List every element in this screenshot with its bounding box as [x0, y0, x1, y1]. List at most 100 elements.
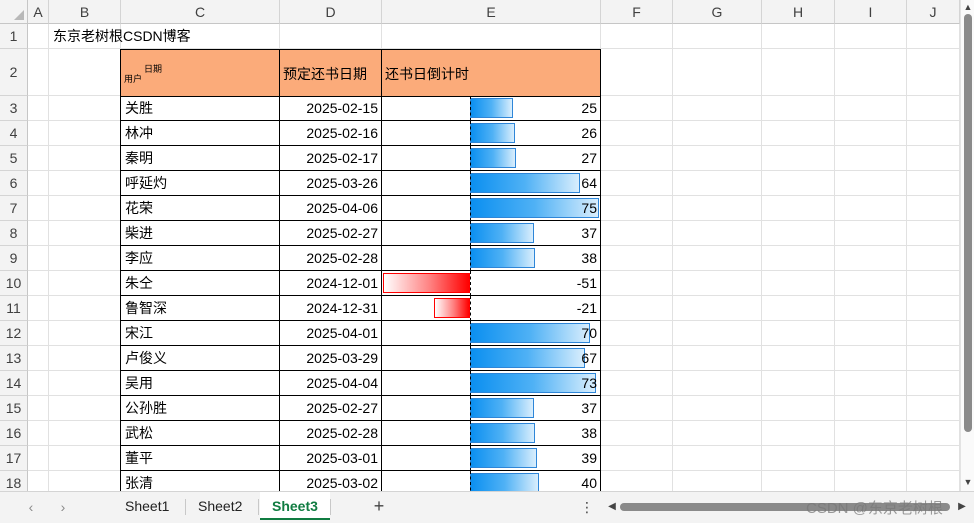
- row-header[interactable]: 9: [0, 246, 28, 271]
- column-header[interactable]: A: [28, 0, 49, 24]
- plus-icon[interactable]: +: [370, 495, 388, 517]
- user-name-cell[interactable]: 李应: [121, 246, 280, 271]
- due-date-cell[interactable]: 2025-02-17: [280, 146, 382, 171]
- due-date-cell[interactable]: 2025-02-28: [280, 421, 382, 446]
- header-cell-countdown[interactable]: 还书日倒计时: [381, 49, 601, 97]
- header-cell-due-date[interactable]: 预定还书日期: [279, 49, 382, 97]
- countdown-value-cell[interactable]: 70: [382, 321, 601, 346]
- column-header[interactable]: G: [673, 0, 762, 24]
- row-header[interactable]: 3: [0, 96, 28, 121]
- select-all-corner[interactable]: [0, 0, 28, 24]
- scroll-right-arrow-icon[interactable]: ▶: [956, 498, 968, 516]
- countdown-value-cell[interactable]: 38: [382, 246, 601, 271]
- due-date-cell[interactable]: 2025-04-01: [280, 321, 382, 346]
- user-name-cell[interactable]: 秦明: [121, 146, 280, 171]
- countdown-value-cell[interactable]: -21: [382, 296, 601, 321]
- countdown-value-cell[interactable]: 73: [382, 371, 601, 396]
- row-header[interactable]: 1: [0, 24, 28, 49]
- due-date-cell[interactable]: 2025-02-27: [280, 396, 382, 421]
- row-header[interactable]: 7: [0, 196, 28, 221]
- countdown-value-cell[interactable]: 40: [382, 471, 601, 491]
- due-date-cell[interactable]: 2024-12-31: [280, 296, 382, 321]
- countdown-value-cell[interactable]: 38: [382, 421, 601, 446]
- due-date-cell[interactable]: 2025-03-26: [280, 171, 382, 196]
- row-header[interactable]: 2: [0, 49, 28, 96]
- vertical-dots-icon[interactable]: ⋮: [580, 496, 594, 518]
- column-header[interactable]: F: [601, 0, 673, 24]
- column-header[interactable]: H: [762, 0, 835, 24]
- header-cell-user-date[interactable]: 用户 日期: [120, 49, 280, 97]
- sheet-title[interactable]: 东京老树根CSDN博客: [49, 24, 195, 48]
- user-name-cell[interactable]: 公孙胜: [121, 396, 280, 421]
- due-date-cell[interactable]: 2025-02-15: [280, 96, 382, 121]
- countdown-value-cell[interactable]: 25: [382, 96, 601, 121]
- countdown-value-cell[interactable]: 64: [382, 171, 601, 196]
- user-name-cell[interactable]: 花荣: [121, 196, 280, 221]
- header-countdown-label: 还书日倒计时: [385, 66, 469, 82]
- due-date-cell[interactable]: 2025-03-02: [280, 471, 382, 491]
- countdown-value-cell[interactable]: 37: [382, 396, 601, 421]
- user-name-cell[interactable]: 呼延灼: [121, 171, 280, 196]
- sheet-tab-sheet3[interactable]: Sheet3: [260, 492, 330, 520]
- row-header[interactable]: 10: [0, 271, 28, 296]
- row-header[interactable]: 16: [0, 421, 28, 446]
- chevron-right-icon[interactable]: ›: [54, 498, 72, 516]
- due-date-cell[interactable]: 2025-02-27: [280, 221, 382, 246]
- user-name-cell[interactable]: 林冲: [121, 121, 280, 146]
- column-header[interactable]: J: [907, 0, 960, 24]
- row-header[interactable]: 4: [0, 121, 28, 146]
- row-header[interactable]: 18: [0, 471, 28, 491]
- user-name-cell[interactable]: 关胜: [121, 96, 280, 121]
- due-date-cell[interactable]: 2025-04-04: [280, 371, 382, 396]
- row-header[interactable]: 5: [0, 146, 28, 171]
- user-name-cell[interactable]: 武松: [121, 421, 280, 446]
- row-header[interactable]: 8: [0, 221, 28, 246]
- due-date-cell[interactable]: 2025-02-16: [280, 121, 382, 146]
- user-name-cell[interactable]: 朱仝: [121, 271, 280, 296]
- column-header[interactable]: B: [49, 0, 121, 24]
- sheet-tab-sheet1[interactable]: Sheet1: [113, 492, 181, 520]
- scroll-up-arrow-icon[interactable]: ▲: [963, 2, 973, 12]
- countdown-value-cell[interactable]: 75: [382, 196, 601, 221]
- countdown-value-cell[interactable]: 39: [382, 446, 601, 471]
- tab-separator: [330, 499, 331, 515]
- row-header[interactable]: 6: [0, 171, 28, 196]
- row-header[interactable]: 15: [0, 396, 28, 421]
- countdown-value-cell[interactable]: 27: [382, 146, 601, 171]
- due-date-cell[interactable]: 2025-04-06: [280, 196, 382, 221]
- sheet-tab-bar: ‹ › Sheet1 Sheet2 Sheet3 + ⋮ ◀ ▶ CSDN @东京老…: [0, 491, 974, 523]
- user-name-cell[interactable]: 鲁智深: [121, 296, 280, 321]
- sheet-tab-sheet2[interactable]: Sheet2: [186, 492, 254, 520]
- user-name-cell[interactable]: 宋江: [121, 321, 280, 346]
- column-header[interactable]: C: [121, 0, 280, 24]
- watermark: CSDN @东京老树根: [806, 500, 943, 517]
- row-header[interactable]: 17: [0, 446, 28, 471]
- column-header[interactable]: D: [280, 0, 382, 24]
- column-header[interactable]: I: [835, 0, 907, 24]
- countdown-value-cell[interactable]: 37: [382, 221, 601, 246]
- user-name-cell[interactable]: 柴进: [121, 221, 280, 246]
- chevron-left-icon[interactable]: ‹: [22, 498, 40, 516]
- user-name-cell[interactable]: 吴用: [121, 371, 280, 396]
- countdown-value-cell[interactable]: -51: [382, 271, 601, 296]
- due-date-cell[interactable]: 2025-02-28: [280, 246, 382, 271]
- row-header[interactable]: 14: [0, 371, 28, 396]
- select-all-triangle-icon: [14, 10, 24, 20]
- scroll-left-arrow-icon[interactable]: ◀: [606, 498, 618, 516]
- spreadsheet-grid: A B C D E F G H I J 1 2 3 4 5 6 7 8 9 10 11 12 13 14 15 16 17 18 东京老…: [0, 0, 960, 491]
- user-name-cell[interactable]: 卢俊义: [121, 346, 280, 371]
- scroll-down-arrow-icon[interactable]: ▼: [963, 477, 973, 487]
- countdown-value-cell[interactable]: 67: [382, 346, 601, 371]
- column-header[interactable]: E: [382, 0, 601, 24]
- countdown-value-cell[interactable]: 26: [382, 121, 601, 146]
- vertical-scrollbar[interactable]: ▲ ▼: [960, 0, 974, 491]
- row-header[interactable]: 13: [0, 346, 28, 371]
- user-name-cell[interactable]: 张清: [121, 471, 280, 491]
- due-date-cell[interactable]: 2025-03-29: [280, 346, 382, 371]
- row-header[interactable]: 12: [0, 321, 28, 346]
- due-date-cell[interactable]: 2024-12-01: [280, 271, 382, 296]
- vertical-scroll-thumb[interactable]: [964, 14, 972, 432]
- row-header[interactable]: 11: [0, 296, 28, 321]
- due-date-cell[interactable]: 2025-03-01: [280, 446, 382, 471]
- user-name-cell[interactable]: 董平: [121, 446, 280, 471]
